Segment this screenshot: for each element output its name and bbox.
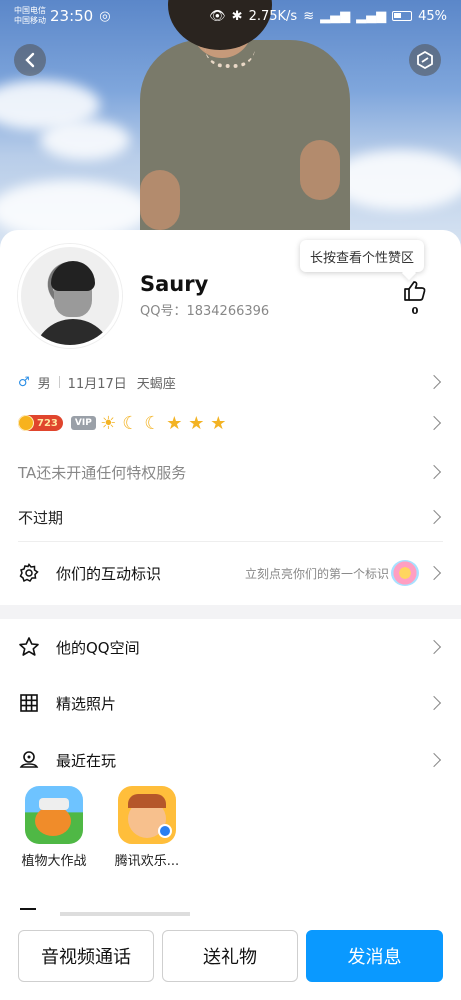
qzone-label: 他的QQ空间 [56, 638, 140, 657]
like-button[interactable]: 0 [402, 280, 428, 317]
next-row-partial [18, 904, 443, 918]
signal-icon-2: ▂▄▆ [356, 8, 387, 24]
interaction-hint: 立刻点亮你们的第一个标识 [244, 566, 389, 581]
bluetooth-icon: ✱ [231, 8, 243, 24]
privilege-row[interactable]: TA还未开通任何特权服务 [18, 460, 443, 484]
like-count: 0 [411, 306, 419, 317]
photos-label: 精选照片 [56, 694, 117, 713]
settings-button[interactable] [409, 44, 441, 76]
avatar-hair [51, 261, 95, 291]
carrier-2: 中国移动 [14, 16, 46, 25]
moon-icon: ☾ [122, 412, 139, 434]
cloud [40, 120, 130, 160]
interaction-mark-row[interactable]: 你们的互动标识 立刻点亮你们的第一个标识 [18, 558, 443, 588]
basic-info-row[interactable]: ♂ 男 11月17日 天蝎座 [18, 370, 443, 394]
sun-icon: ☀ [100, 412, 117, 434]
notification-icon: ◎ [99, 8, 111, 24]
expiry-row[interactable]: 不过期 [18, 505, 443, 529]
eye-icon: 👁 [209, 8, 226, 24]
cover-person-arm [140, 170, 180, 230]
grid-icon [18, 692, 40, 714]
cover-person-arm [300, 140, 340, 200]
status-bar: 中国电信 中国移动 23:50 ◎ 👁 ✱ 2.75K/s ≋ ▂▄▆ ▂▄▆ … [0, 0, 461, 32]
coin-badge: 723 [18, 415, 63, 431]
game-label: 腾讯欢乐... [114, 854, 180, 869]
recent-play-row[interactable]: 最近在玩 [18, 745, 443, 775]
interaction-badge-icon [391, 560, 419, 586]
plants-game-icon [25, 786, 83, 844]
divider [58, 376, 60, 388]
zodiac: 天蝎座 [136, 376, 176, 392]
gender: 男 [37, 376, 51, 392]
avatar-body [33, 319, 113, 345]
male-icon: ♂ [18, 374, 30, 390]
chevron-right-icon [426, 415, 442, 431]
av-call-button[interactable]: 音视频通话 [18, 930, 154, 982]
star-outline-icon [18, 636, 40, 658]
like-tooltip: 长按查看个性赞区 [300, 240, 424, 272]
chevron-left-icon [25, 52, 35, 68]
privilege-text: TA还未开通任何特权服务 [18, 463, 187, 482]
interaction-icon [18, 562, 40, 584]
carriers: 中国电信 中国移动 [14, 6, 46, 26]
status-indicators: 👁 ✱ 2.75K/s ≋ ▂▄▆ ▂▄▆ 45% [209, 9, 447, 24]
level-row[interactable]: 723 VIP ☀ ☾ ☾ ★ ★ ★ [18, 410, 443, 436]
coin-icon [18, 415, 34, 431]
signal-icon: ▂▄▆ [320, 8, 351, 24]
chevron-right-icon [426, 374, 442, 390]
chevron-right-icon [426, 464, 442, 480]
birthday: 11月17日 [67, 376, 127, 392]
game-item[interactable]: 腾讯欢乐... [107, 786, 187, 869]
vip-badge: VIP [70, 416, 96, 430]
qq-number[interactable]: QQ号：1834266396 [140, 300, 269, 319]
network-speed: 2.75K/s [248, 8, 298, 24]
send-gift-button[interactable]: 送礼物 [162, 930, 298, 982]
star-icon: ★ [188, 412, 205, 434]
carrier-1: 中国电信 [14, 6, 46, 15]
chevron-right-icon [426, 565, 442, 581]
star-icon: ★ [210, 412, 227, 434]
interaction-label: 你们的互动标识 [56, 564, 162, 583]
chevron-right-icon [426, 695, 442, 711]
happy-game-icon [118, 786, 176, 844]
qzone-row[interactable]: 他的QQ空间 [18, 632, 443, 662]
divider [18, 541, 443, 542]
wifi-icon: ≋ [303, 8, 315, 24]
clock: 23:50 [50, 7, 94, 25]
send-message-button[interactable]: 发消息 [306, 930, 443, 982]
chevron-right-icon [426, 752, 442, 768]
game-item[interactable]: 植物大作战 [14, 786, 94, 869]
game-label: 植物大作战 [21, 854, 87, 869]
recent-play-label: 最近在玩 [56, 751, 117, 770]
expiry-text: 不过期 [18, 508, 64, 527]
cover-photo[interactable] [0, 0, 461, 260]
photos-row[interactable]: 精选照片 [18, 688, 443, 718]
back-button[interactable] [14, 44, 46, 76]
chevron-right-icon [426, 509, 442, 525]
section-separator [0, 605, 461, 619]
battery-level: 45% [418, 8, 447, 24]
avatar[interactable] [18, 244, 122, 348]
chevron-right-icon [426, 639, 442, 655]
battery-icon [392, 11, 413, 21]
hexagon-icon [417, 51, 433, 69]
bottom-action-bar: 音视频通话 送礼物 发消息 [0, 918, 461, 1000]
game-pin-icon [18, 749, 40, 771]
star-icon: ★ [166, 412, 183, 434]
thumbs-up-icon [404, 281, 426, 301]
coin-level: 723 [37, 417, 58, 429]
moon-icon: ☾ [144, 412, 161, 434]
profile-name: Saury [140, 272, 209, 296]
